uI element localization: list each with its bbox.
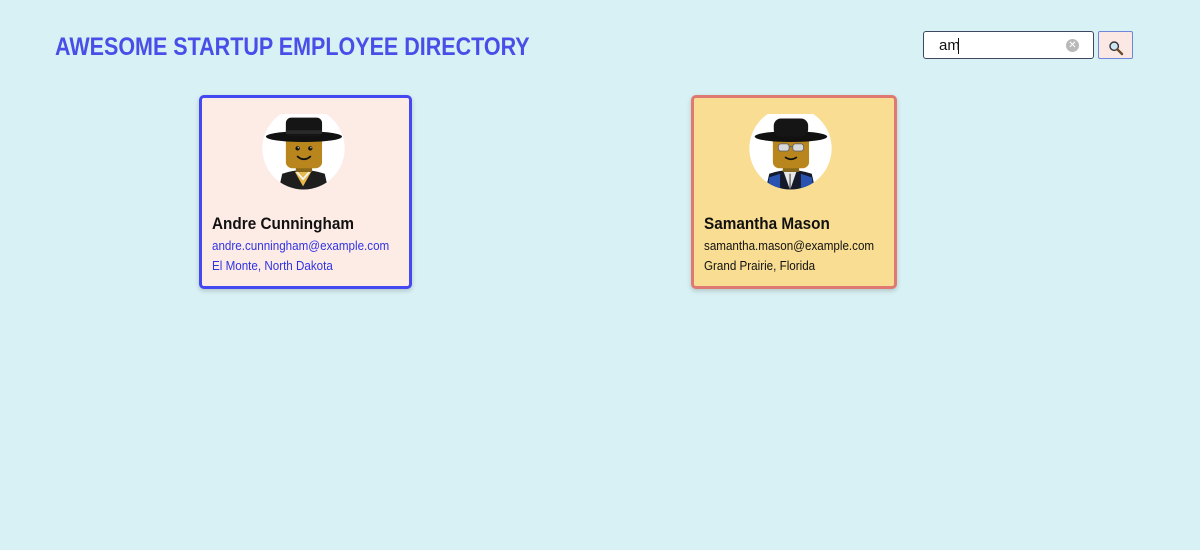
employee-name: Andre Cunningham	[212, 214, 354, 233]
avatar	[258, 114, 349, 194]
search-bar: ✕	[923, 31, 1133, 59]
avatar	[745, 114, 836, 194]
clear-icon[interactable]: ✕	[1066, 39, 1079, 52]
employee-name: Samantha Mason	[704, 214, 830, 233]
employee-card[interactable]: Andre Cunningham andre.cunningham@exampl…	[199, 95, 412, 289]
search-button[interactable]	[1098, 31, 1133, 59]
page-title: AWESOME STARTUP EMPLOYEE DIRECTORY	[55, 33, 530, 61]
employee-card[interactable]: Samantha Mason samantha.mason@example.co…	[691, 95, 897, 289]
text-cursor	[958, 38, 959, 54]
search-icon	[1108, 40, 1123, 55]
search-input[interactable]	[932, 35, 1069, 55]
employee-email: andre.cunningham@example.com	[212, 239, 390, 253]
employee-location: El Monte, North Dakota	[212, 259, 333, 273]
employee-location: Grand Prairie, Florida	[704, 259, 816, 273]
search-input-box[interactable]: ✕	[923, 31, 1094, 59]
employee-email: samantha.mason@example.com	[704, 239, 875, 253]
